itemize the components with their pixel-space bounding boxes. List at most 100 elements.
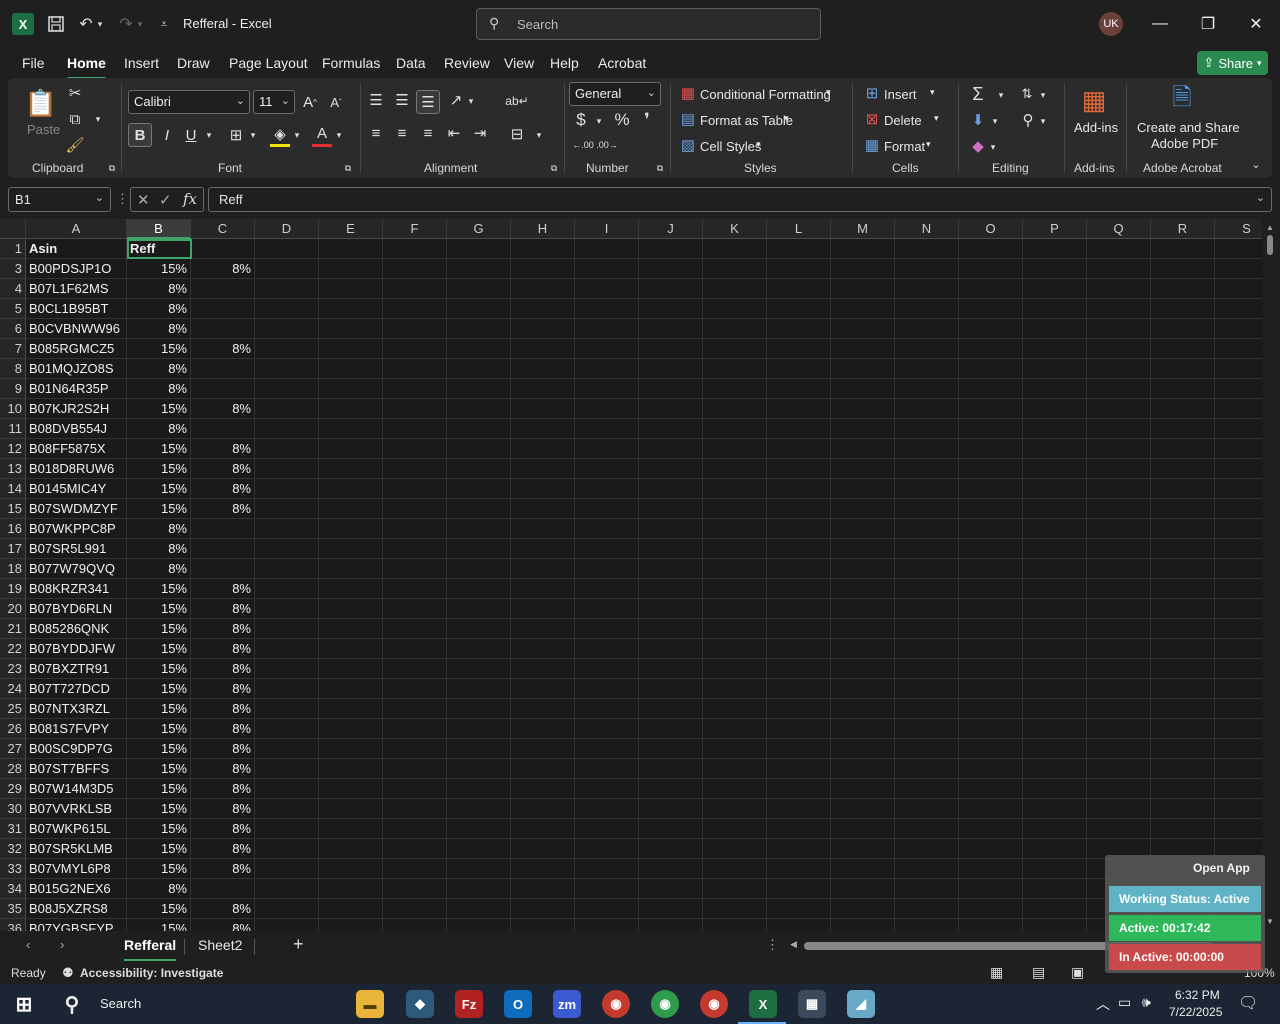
- clear-dropdown-icon[interactable]: ▾: [988, 140, 998, 154]
- cell-b[interactable]: 15%: [127, 819, 191, 839]
- cell-p[interactable]: [1023, 619, 1087, 639]
- cell-i[interactable]: [575, 479, 639, 499]
- cell-j[interactable]: [639, 699, 703, 719]
- cell-j[interactable]: [639, 879, 703, 899]
- orientation-dropdown-icon[interactable]: ▾: [466, 94, 476, 108]
- outlook-icon[interactable]: O: [504, 990, 532, 1018]
- paste-icon[interactable]: 📋: [25, 86, 57, 120]
- decrease-indent-icon[interactable]: ⇤: [444, 123, 464, 143]
- row-header[interactable]: 22: [0, 639, 26, 659]
- borders-dropdown-icon[interactable]: ▾: [248, 128, 258, 142]
- cell-h[interactable]: [511, 339, 575, 359]
- cell-p[interactable]: [1023, 799, 1087, 819]
- cell-a[interactable]: B018D8RUW6: [26, 459, 127, 479]
- cell-r[interactable]: [1151, 379, 1215, 399]
- cell-k[interactable]: [703, 759, 767, 779]
- cell-s[interactable]: [1215, 759, 1262, 779]
- cell-n[interactable]: [895, 799, 959, 819]
- cell-k[interactable]: [703, 639, 767, 659]
- cell-d[interactable]: [255, 899, 319, 919]
- cell-m[interactable]: [831, 399, 895, 419]
- cell-f[interactable]: [383, 419, 447, 439]
- cell-i[interactable]: [575, 739, 639, 759]
- row-header[interactable]: 13: [0, 459, 26, 479]
- cell-h[interactable]: [511, 879, 575, 899]
- autosum-icon[interactable]: Σ: [968, 84, 988, 104]
- cell-k[interactable]: [703, 339, 767, 359]
- cell-s[interactable]: [1215, 359, 1262, 379]
- cell-d[interactable]: [255, 319, 319, 339]
- cell-o[interactable]: [959, 299, 1023, 319]
- cell-c[interactable]: 8%: [191, 699, 255, 719]
- cell-j[interactable]: [639, 319, 703, 339]
- formula-input[interactable]: Reff ⌄: [208, 187, 1272, 212]
- row-header[interactable]: 19: [0, 579, 26, 599]
- cell-m[interactable]: [831, 579, 895, 599]
- search-input[interactable]: ⚲ Search: [476, 8, 821, 40]
- cell-m[interactable]: [831, 619, 895, 639]
- cell-j[interactable]: [639, 619, 703, 639]
- cell-j[interactable]: [639, 679, 703, 699]
- cell-p[interactable]: [1023, 699, 1087, 719]
- cell-m[interactable]: [831, 679, 895, 699]
- cell-c[interactable]: 8%: [191, 639, 255, 659]
- cell-f[interactable]: [383, 459, 447, 479]
- cell-n[interactable]: [895, 679, 959, 699]
- sort-filter-icon[interactable]: ⇅: [1016, 84, 1038, 104]
- cell-j[interactable]: [639, 279, 703, 299]
- sort-dropdown-icon[interactable]: ▾: [1038, 88, 1048, 102]
- cell-c[interactable]: 8%: [191, 439, 255, 459]
- copy-dropdown-icon[interactable]: ▾: [92, 113, 104, 125]
- close-icon[interactable]: ✕: [1241, 10, 1271, 38]
- paste-label[interactable]: Paste: [27, 122, 60, 137]
- column-header[interactable]: O: [959, 219, 1023, 239]
- cell-d[interactable]: [255, 399, 319, 419]
- cell-f[interactable]: [383, 579, 447, 599]
- cell-s[interactable]: [1215, 459, 1262, 479]
- zoom-icon[interactable]: zm: [553, 990, 581, 1018]
- cell-d[interactable]: [255, 499, 319, 519]
- align-middle-icon[interactable]: ☰: [392, 90, 412, 110]
- cell-f[interactable]: [383, 879, 447, 899]
- cell-b[interactable]: 15%: [127, 399, 191, 419]
- cell-o[interactable]: [959, 599, 1023, 619]
- underline-button[interactable]: U: [182, 123, 200, 147]
- cell-l[interactable]: [767, 519, 831, 539]
- cell-h[interactable]: [511, 579, 575, 599]
- cell-b[interactable]: 15%: [127, 739, 191, 759]
- cell-l[interactable]: [767, 339, 831, 359]
- cell-l[interactable]: [767, 399, 831, 419]
- cell-c[interactable]: 8%: [191, 679, 255, 699]
- cell-a[interactable]: B07BYDDJFW: [26, 639, 127, 659]
- cell-r[interactable]: [1151, 739, 1215, 759]
- cell-b[interactable]: 15%: [127, 499, 191, 519]
- cell-o[interactable]: [959, 459, 1023, 479]
- cell-f[interactable]: [383, 619, 447, 639]
- cell-j[interactable]: [639, 659, 703, 679]
- cell-k[interactable]: [703, 919, 767, 931]
- cell-b[interactable]: 15%: [127, 259, 191, 279]
- cell-e[interactable]: [319, 799, 383, 819]
- cell-r[interactable]: [1151, 279, 1215, 299]
- cell-g[interactable]: [447, 819, 511, 839]
- cell-d[interactable]: [255, 859, 319, 879]
- cell-k[interactable]: [703, 899, 767, 919]
- cell-r[interactable]: [1151, 459, 1215, 479]
- cell-o[interactable]: [959, 699, 1023, 719]
- cell-n[interactable]: [895, 699, 959, 719]
- column-header[interactable]: H: [511, 219, 575, 239]
- cell-n[interactable]: [895, 519, 959, 539]
- scroll-left-icon[interactable]: ◀: [790, 939, 797, 950]
- column-header[interactable]: I: [575, 219, 639, 239]
- create-pdf-icon[interactable]: 🗎: [1168, 84, 1196, 114]
- insert-function-icon[interactable]: fx: [183, 190, 197, 208]
- cell-g[interactable]: [447, 319, 511, 339]
- cell-j[interactable]: [639, 839, 703, 859]
- cell-g[interactable]: [447, 899, 511, 919]
- align-right-icon[interactable]: ≡: [418, 123, 438, 143]
- cell-s[interactable]: [1215, 319, 1262, 339]
- find-select-icon[interactable]: ⚲: [1018, 110, 1038, 130]
- cell-l[interactable]: [767, 299, 831, 319]
- fill-dropdown-icon[interactable]: ▾: [292, 128, 302, 142]
- cell-f[interactable]: [383, 519, 447, 539]
